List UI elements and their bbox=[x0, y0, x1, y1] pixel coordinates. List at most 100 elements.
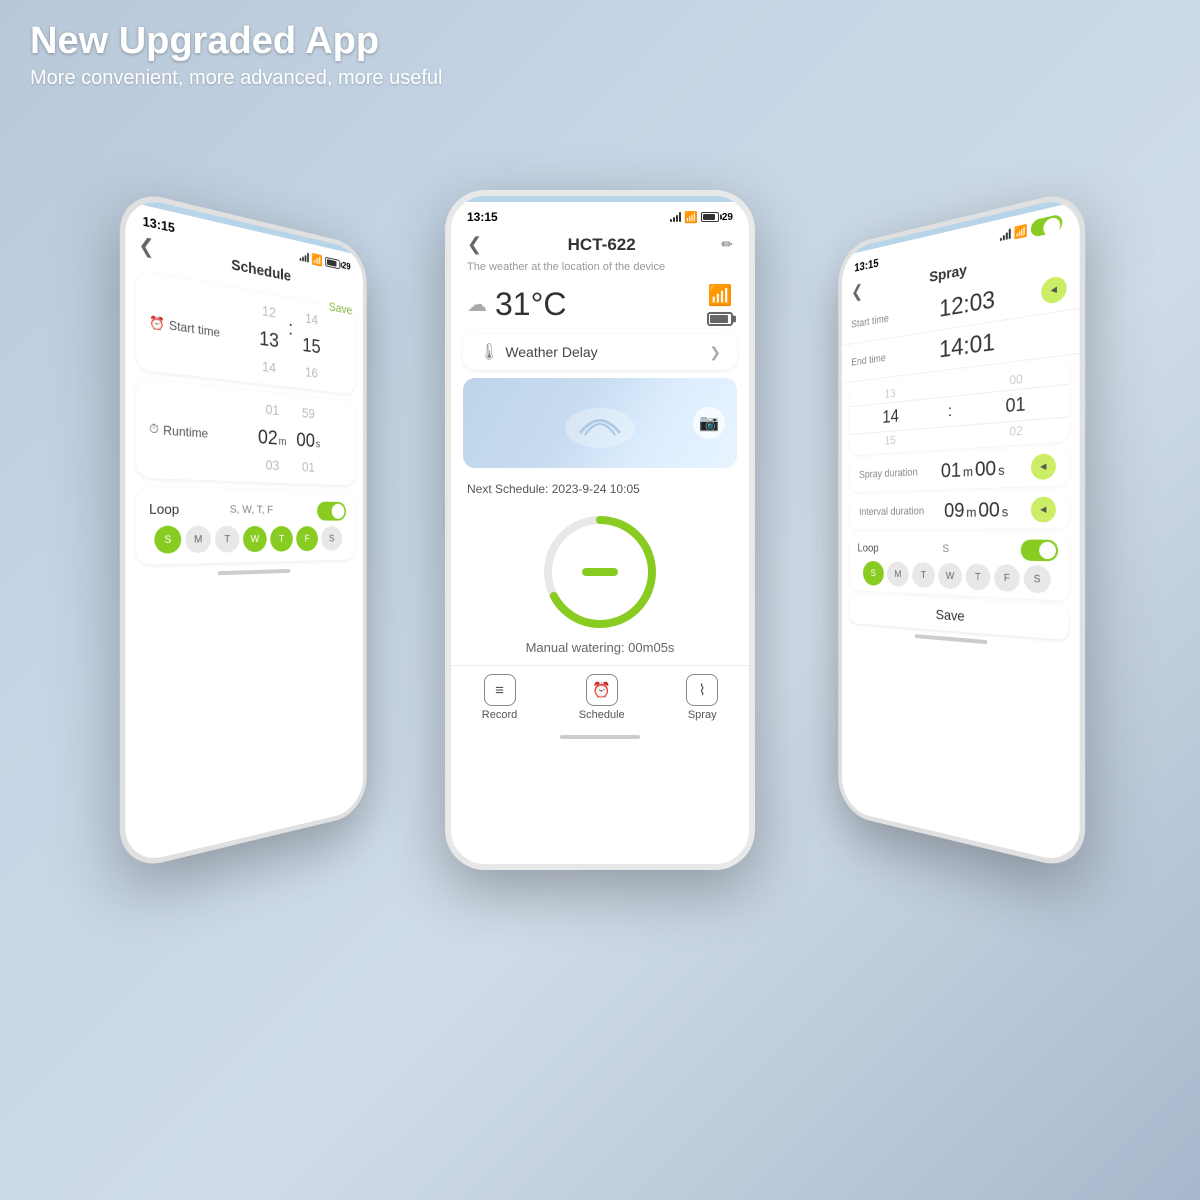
day-S1[interactable]: S bbox=[154, 526, 181, 554]
right-time: 13:15 bbox=[854, 256, 878, 274]
day-M[interactable]: M bbox=[185, 526, 211, 553]
left-phone: 13:15 📶 29 ❮ Schedule Save bbox=[120, 187, 367, 872]
right-loop-box: Loop S S M T W T F S bbox=[850, 533, 1069, 601]
water-circle-container[interactable] bbox=[451, 502, 749, 636]
weather-delay-row[interactable]: 🌡 Weather Delay ❯ bbox=[463, 334, 737, 370]
start-time-row: ⏰ Start time 12 13 14 : 14 15 bbox=[149, 281, 346, 386]
runtime-row: ⏱ Runtime 01 02 m 03 59 bbox=[149, 388, 346, 478]
hour-prev: 12 bbox=[262, 301, 276, 323]
center-status-bar: 13:15 📶 29 bbox=[451, 202, 749, 228]
device-svg bbox=[560, 393, 640, 453]
interval-duration-unit-m: m bbox=[966, 504, 976, 519]
minute-col: 14 15 16 bbox=[295, 307, 328, 384]
app-subtitle: More convenient, more advanced, more use… bbox=[30, 67, 442, 90]
right-day-W[interactable]: W bbox=[938, 563, 962, 590]
back-arrow-icon[interactable]: ❮ bbox=[138, 233, 154, 259]
loop-toggle-left[interactable] bbox=[317, 502, 346, 521]
time-sep: : bbox=[288, 306, 293, 380]
spray-duration-val-s: 00 bbox=[975, 457, 996, 482]
right-wifi-icon: 📶 bbox=[1014, 223, 1028, 240]
runtime-label: ⏱ Runtime bbox=[149, 421, 224, 442]
runtime-box: ⏱ Runtime 01 02 m 03 59 bbox=[136, 378, 355, 486]
bottom-nav-schedule[interactable]: ⏰ Schedule bbox=[579, 674, 625, 721]
loop-header-left: Loop S, W, T, F bbox=[149, 498, 346, 521]
hour-current: 13 bbox=[259, 325, 279, 354]
wifi-icon: 📶 bbox=[311, 252, 322, 267]
right-day-S2[interactable]: S bbox=[1024, 565, 1051, 594]
right-end-value: 14:01 bbox=[939, 328, 995, 364]
right-save-button[interactable]: Save bbox=[850, 594, 1069, 641]
right-day-M[interactable]: M bbox=[887, 561, 909, 587]
interval-duration-row: Interval duration 09 m 00 s ◄ bbox=[850, 490, 1069, 529]
center-phone: 13:15 📶 29 ❮ HCT-622 ✏ The weather bbox=[445, 190, 755, 870]
right-day-F[interactable]: F bbox=[994, 564, 1020, 592]
center-home-bar bbox=[560, 735, 640, 739]
hour-next: 14 bbox=[262, 357, 276, 378]
weather-section: ☁ 31°C 📶 bbox=[451, 279, 749, 334]
interval-duration-val-m: 09 bbox=[944, 499, 964, 522]
water-circle[interactable] bbox=[540, 512, 660, 632]
device-image: 📷 bbox=[463, 378, 737, 468]
record-icon: ≡ bbox=[484, 674, 516, 706]
center-nav: ❮ HCT-622 ✏ bbox=[451, 228, 749, 261]
schedule-icon: ⏰ bbox=[586, 674, 618, 706]
left-time: 13:15 bbox=[143, 214, 175, 236]
weather-icons-right: 📶 bbox=[707, 283, 733, 326]
runtime-sec-col: 59 00 s 01 bbox=[292, 403, 325, 477]
right-days-row: S M T W T F S bbox=[857, 561, 1058, 594]
min-current: 15 bbox=[302, 332, 320, 360]
right-start-arrow-icon[interactable]: ◄ bbox=[1041, 275, 1066, 305]
right-top-toggle[interactable] bbox=[1031, 214, 1062, 238]
spray-duration-arrow-icon[interactable]: ◄ bbox=[1031, 453, 1056, 480]
center-device-subtitle: The weather at the location of the devic… bbox=[451, 261, 749, 279]
day-S2[interactable]: S bbox=[321, 527, 342, 552]
interval-duration-unit-s: s bbox=[1002, 503, 1008, 519]
days-row-left: S M T W T F S bbox=[149, 526, 346, 554]
right-day-S1[interactable]: S bbox=[863, 561, 884, 586]
right-back-icon[interactable]: ❮ bbox=[851, 281, 863, 303]
spray-duration-unit-m: m bbox=[963, 463, 973, 479]
battery-icon bbox=[325, 257, 339, 270]
spray-title: Spray bbox=[929, 262, 967, 286]
right-loop-header: Loop S bbox=[857, 538, 1058, 561]
interval-duration-val-s: 00 bbox=[978, 498, 999, 522]
center-back-icon[interactable]: ❮ bbox=[467, 234, 482, 255]
day-T1[interactable]: T bbox=[215, 526, 240, 553]
right-loop-toggle[interactable] bbox=[1021, 539, 1058, 561]
right-day-T1[interactable]: T bbox=[912, 562, 935, 588]
day-W[interactable]: W bbox=[243, 526, 267, 552]
right-start-label: Start time bbox=[851, 311, 899, 331]
spray-duration-unit-s: s bbox=[998, 462, 1004, 478]
center-battery-num: 29 bbox=[722, 212, 733, 223]
bottom-nav-record[interactable]: ≡ Record bbox=[482, 674, 517, 721]
center-battery-icon bbox=[701, 212, 719, 222]
center-time: 13:15 bbox=[467, 210, 498, 224]
right-home-bar bbox=[915, 634, 988, 644]
right-end-label: End time bbox=[851, 350, 899, 368]
right-signal-icon bbox=[1000, 228, 1011, 241]
left-home-bar bbox=[218, 569, 291, 575]
center-edit-icon[interactable]: ✏ bbox=[721, 236, 733, 253]
interval-duration-label: Interval duration bbox=[859, 506, 924, 518]
camera-icon[interactable]: 📷 bbox=[693, 407, 725, 439]
weather-delay-arrow-icon: ❯ bbox=[709, 344, 721, 361]
manual-watering-text: Manual watering: 00m05s bbox=[451, 636, 749, 665]
app-title: New Upgraded App bbox=[30, 20, 442, 63]
center-wifi-icon: 📶 bbox=[684, 211, 698, 224]
center-battery-large-icon bbox=[707, 312, 733, 326]
weather-temp: ☁ 31°C bbox=[467, 286, 567, 323]
spray-duration-label: Spray duration bbox=[859, 467, 918, 481]
weather-delay-label: 🌡 Weather Delay bbox=[479, 342, 598, 362]
day-F[interactable]: F bbox=[296, 526, 318, 551]
cloud-icon: ☁ bbox=[467, 292, 487, 317]
bottom-nav: ≡ Record ⏰ Schedule ⌇ Spray bbox=[451, 665, 749, 729]
loop-box-left: Loop S, W, T, F S M T W T F S bbox=[136, 487, 355, 566]
right-loop-label: Loop bbox=[857, 541, 878, 554]
hour-col: 12 13 14 bbox=[251, 299, 286, 379]
right-day-T2[interactable]: T bbox=[966, 563, 991, 590]
bottom-nav-spray[interactable]: ⌇ Spray bbox=[686, 674, 718, 721]
day-T2[interactable]: T bbox=[270, 526, 293, 552]
right-start-value: 12:03 bbox=[939, 286, 995, 324]
runtime-cols: 01 02 m 03 59 00 s bbox=[230, 397, 346, 479]
interval-duration-arrow-icon[interactable]: ◄ bbox=[1031, 496, 1056, 522]
